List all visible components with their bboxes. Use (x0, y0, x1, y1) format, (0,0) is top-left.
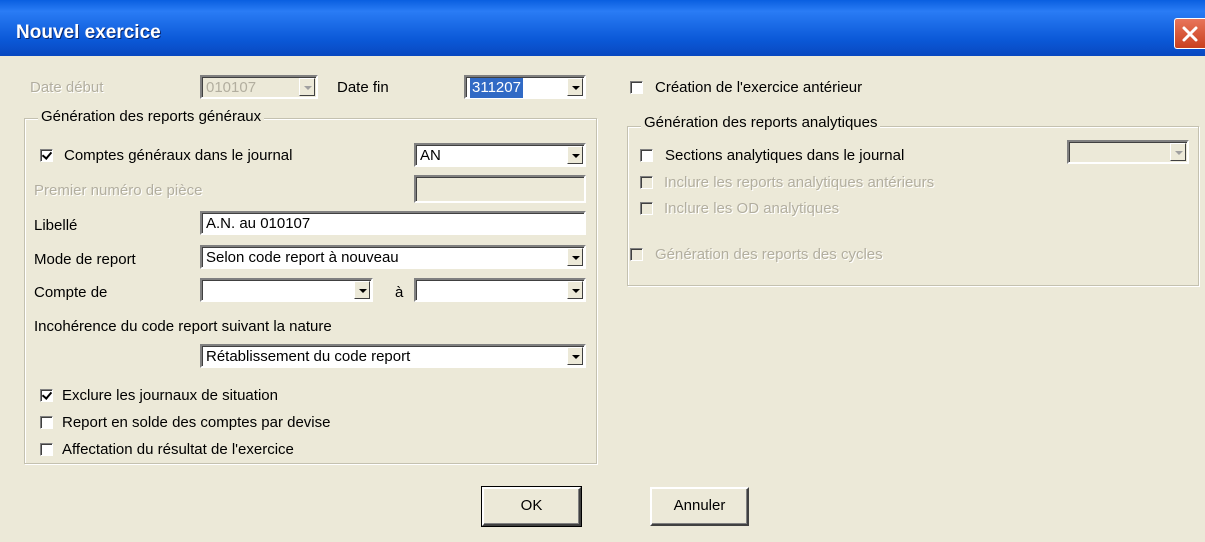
reports-cycles-checkbox (630, 248, 643, 261)
reports-cycles-label: Génération des reports des cycles (655, 246, 883, 263)
compte-de-combo[interactable] (200, 278, 373, 302)
chevron-down-icon[interactable] (567, 248, 583, 266)
chevron-down-icon[interactable] (567, 146, 583, 164)
chevron-down-icon[interactable] (354, 281, 370, 299)
date-debut-label: Date début (30, 79, 104, 96)
date-debut-combo: 010107 (200, 75, 318, 99)
exclure-journaux-label[interactable]: Exclure les journaux de situation (62, 387, 278, 405)
journal-combo[interactable]: AN (414, 143, 586, 167)
date-fin-label: Date fin (337, 79, 389, 96)
chevron-down-icon[interactable] (567, 281, 583, 299)
general-reports-title: Génération des reports généraux (38, 108, 265, 126)
incoherence-label: Incohérence du code report suivant la na… (34, 318, 332, 335)
window-title: Nouvel exercice (16, 22, 161, 43)
report-devise-checkbox[interactable] (40, 416, 53, 429)
ok-button[interactable]: OK (481, 486, 582, 527)
mode-report-label: Mode de report (34, 251, 136, 268)
libelle-input[interactable]: A.N. au 010107 (200, 211, 586, 235)
chevron-down-icon (1170, 143, 1186, 161)
exercice-anterieur-label[interactable]: Création de l'exercice antérieur (655, 79, 862, 97)
inclure-od-label: Inclure les OD analytiques (664, 200, 840, 217)
report-devise-label[interactable]: Report en solde des comptes par devise (62, 414, 330, 432)
inclure-reports-anterieurs-label: Inclure les reports analytiques antérieu… (664, 174, 935, 191)
chevron-down-icon[interactable] (567, 347, 583, 365)
close-button[interactable] (1174, 18, 1205, 49)
compte-a-label: à (395, 284, 404, 301)
comptes-generaux-checkbox[interactable] (40, 149, 53, 162)
date-fin-combo[interactable]: 311207 (464, 75, 586, 99)
incoherence-combo[interactable]: Rétablissement du code report (200, 344, 586, 368)
close-icon (1182, 26, 1198, 42)
compte-a-combo[interactable] (414, 278, 586, 302)
chevron-down-icon[interactable] (567, 78, 583, 96)
inclure-od-checkbox (640, 202, 653, 215)
premier-numero-field (414, 175, 586, 203)
comptes-generaux-label[interactable]: Comptes généraux dans le journal (64, 147, 292, 165)
inclure-reports-anterieurs-checkbox (640, 176, 653, 189)
sections-analytiques-checkbox[interactable] (640, 149, 653, 162)
exclure-journaux-checkbox[interactable] (40, 389, 53, 402)
cancel-button[interactable]: Annuler (650, 487, 749, 526)
dialog-body: Date début 010107 Date fin 311207 Généra… (0, 56, 1205, 542)
analytic-reports-title: Génération des reports analytiques (641, 114, 881, 132)
title-bar[interactable]: Nouvel exercice (0, 0, 1205, 56)
sections-analytiques-combo (1067, 140, 1189, 164)
premier-numero-label: Premier numéro de pièce (34, 182, 203, 199)
exercice-anterieur-checkbox[interactable] (630, 81, 643, 94)
mode-report-combo[interactable]: Selon code report à nouveau (200, 245, 586, 269)
compte-de-label: Compte de (34, 284, 108, 301)
chevron-down-icon (299, 78, 315, 96)
libelle-label: Libellé (34, 217, 78, 234)
affectation-resultat-checkbox[interactable] (40, 443, 53, 456)
sections-analytiques-label[interactable]: Sections analytiques dans le journal (665, 147, 904, 165)
affectation-resultat-label[interactable]: Affectation du résultat de l'exercice (62, 441, 294, 459)
